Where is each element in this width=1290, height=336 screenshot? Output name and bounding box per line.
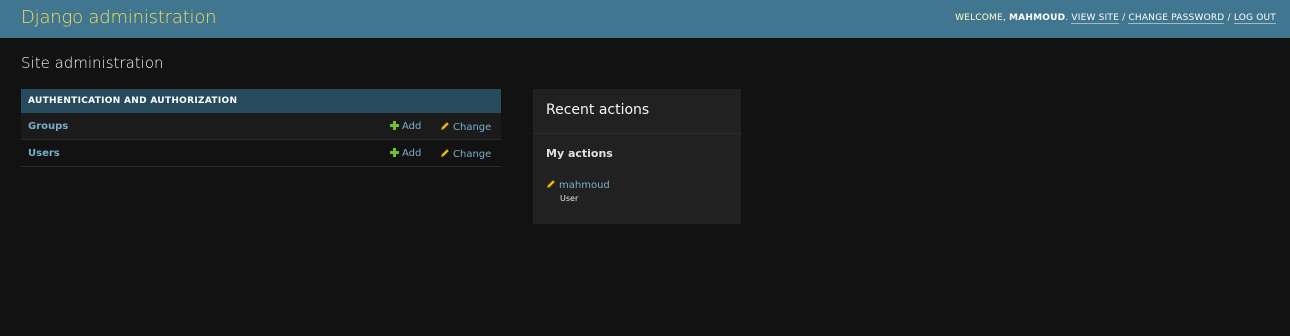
my-actions-heading: My actions <box>546 147 613 160</box>
separator: / <box>1227 13 1231 23</box>
model-row-users: Users Add Change <box>21 140 501 167</box>
add-users-button[interactable]: Add <box>390 148 421 160</box>
pencil-icon <box>441 149 449 157</box>
change-groups-button[interactable]: Change <box>440 121 491 134</box>
plus-icon <box>390 148 399 157</box>
header-bar: Django administration Welcome, mahmoud. … <box>0 0 1290 38</box>
plus-icon <box>390 121 399 130</box>
change-label: Change <box>453 149 492 160</box>
separator: / <box>1122 13 1126 23</box>
pencil-icon <box>441 122 449 130</box>
recent-action-link[interactable]: mahmoud <box>559 180 610 191</box>
add-groups-button[interactable]: Add <box>390 121 421 133</box>
recent-action-item: mahmoud User <box>546 173 736 204</box>
log-out-link[interactable]: Log out <box>1233 13 1276 24</box>
model-row-groups: Groups Add Change <box>21 113 501 140</box>
module-caption[interactable]: Authentication and Authorization <box>21 89 501 113</box>
recent-actions-panel: Recent actions My actions mahmoud User <box>533 89 741 224</box>
view-site-link[interactable]: View site <box>1071 13 1120 24</box>
recent-action-content-type: User <box>560 194 579 203</box>
page-title: Site administration <box>21 54 164 72</box>
username: mahmoud <box>1009 13 1066 23</box>
welcome-text: Welcome, <box>955 13 1006 23</box>
recent-actions-title: Recent actions <box>546 102 650 118</box>
change-password-link[interactable]: Change password <box>1128 13 1225 24</box>
app-module-auth: Authentication and Authorization Groups … <box>21 89 501 167</box>
site-name-link[interactable]: Django administration <box>21 7 217 29</box>
add-label: Add <box>402 148 422 159</box>
model-link-groups[interactable]: Groups <box>28 121 68 133</box>
model-link-users[interactable]: Users <box>28 148 60 160</box>
divider <box>533 133 741 134</box>
add-label: Add <box>402 121 422 132</box>
change-label: Change <box>453 122 492 133</box>
user-tools: Welcome, mahmoud. View site / Change pas… <box>955 13 1276 24</box>
change-users-button[interactable]: Change <box>440 148 491 161</box>
pencil-icon <box>547 180 555 188</box>
